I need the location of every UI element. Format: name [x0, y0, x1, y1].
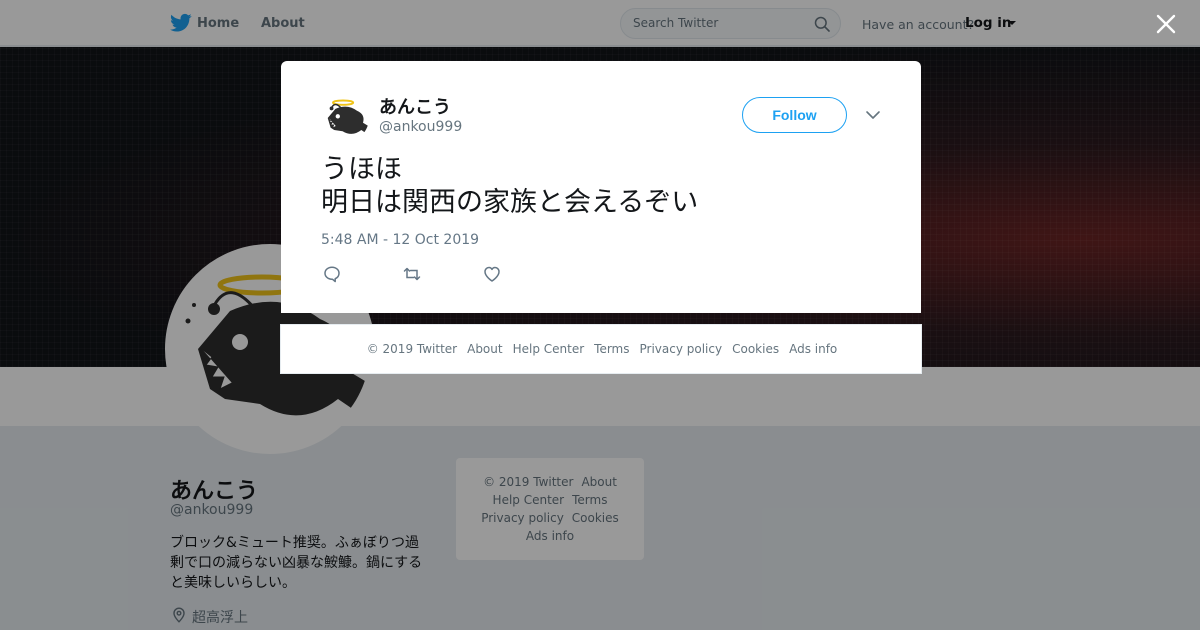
footer-about-link[interactable]: About — [467, 342, 502, 356]
copyright-text: © 2019 Twitter — [366, 342, 458, 356]
tweet-modal: あんこう @ankou999 Follow うほほ 明日は関西の家族と会えるぞい… — [281, 61, 921, 313]
footer-privacy-link[interactable]: Privacy policy — [640, 342, 723, 356]
close-icon[interactable] — [1154, 12, 1178, 36]
like-heart-icon[interactable] — [482, 264, 502, 284]
retweet-icon[interactable] — [402, 264, 422, 284]
reply-icon[interactable] — [322, 264, 342, 284]
tweet-author-handle[interactable]: @ankou999 — [379, 119, 462, 135]
footer-cookies-link[interactable]: Cookies — [732, 342, 779, 356]
tweet-text-line: うほほ — [321, 154, 402, 185]
footer-help-link[interactable]: Help Center — [513, 342, 585, 356]
tweet-timestamp[interactable]: 5:48 AM - 12 Oct 2019 — [321, 232, 479, 248]
tweet-author-name[interactable]: あんこう — [379, 93, 451, 119]
modal-footer: © 2019 Twitter About Help Center Terms Priva… — [280, 324, 922, 374]
follow-button[interactable]: Follow — [742, 97, 847, 133]
chevron-down-icon[interactable] — [863, 107, 883, 123]
tweet-text: うほほ 明日は関西の家族と会えるぞい — [321, 153, 881, 219]
tweet-avatar[interactable] — [321, 94, 369, 142]
anglerfish-avatar-icon — [327, 99, 369, 134]
footer-terms-link[interactable]: Terms — [594, 342, 629, 356]
footer-ads-link[interactable]: Ads info — [789, 342, 837, 356]
tweet-text-line: 明日は関西の家族と会えるぞい — [321, 187, 699, 218]
